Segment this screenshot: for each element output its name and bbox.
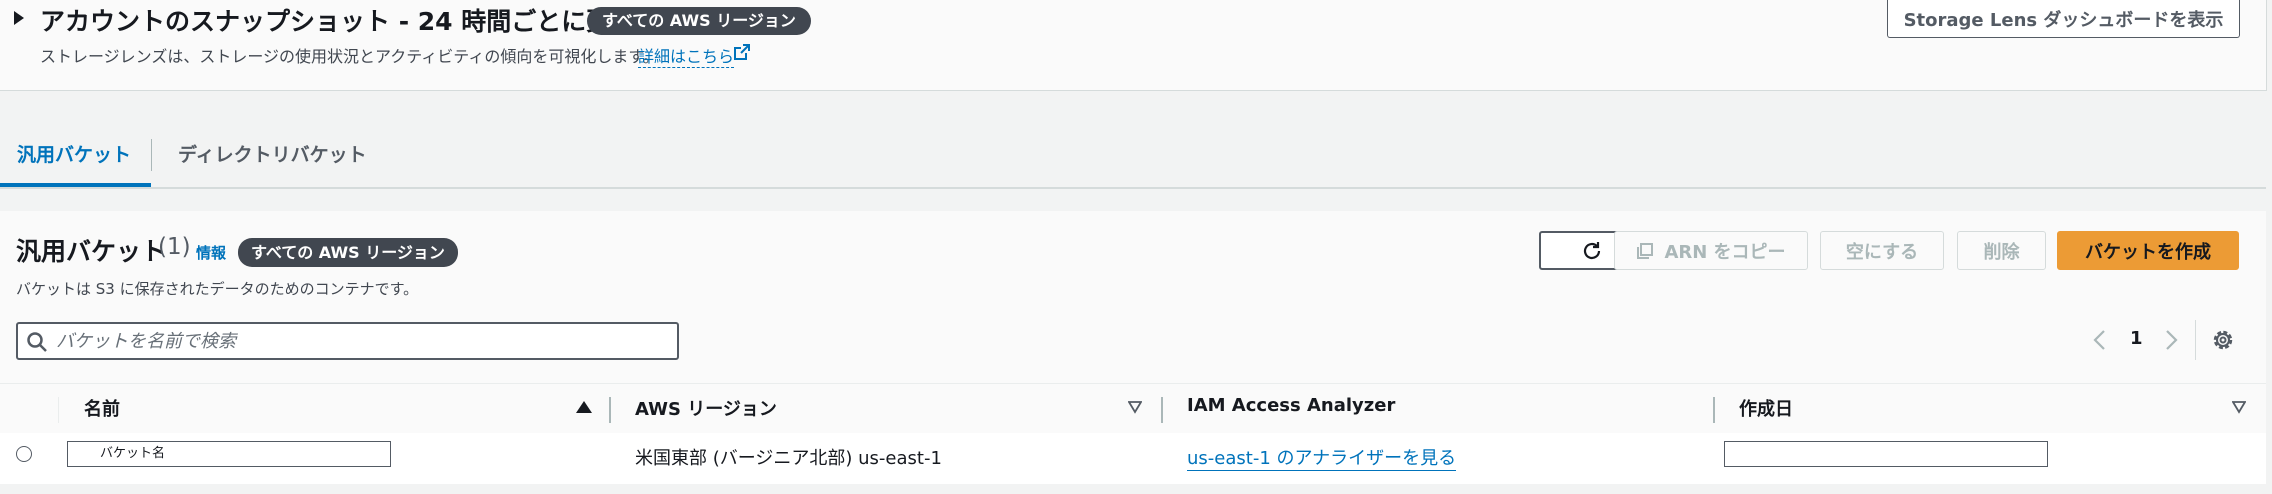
external-link-icon[interactable] bbox=[733, 43, 751, 61]
sort-descending-icon[interactable] bbox=[1128, 400, 1142, 414]
tab-directory-buckets[interactable]: ディレクトリバケット bbox=[178, 140, 367, 167]
info-link[interactable]: 情報 bbox=[196, 242, 226, 263]
column-header-iam-access-analyzer[interactable]: IAM Access Analyzer bbox=[1187, 395, 1395, 416]
column-header-region[interactable]: AWS リージョン bbox=[635, 395, 777, 421]
current-page-number[interactable]: 1 bbox=[2130, 328, 2143, 349]
refresh-icon bbox=[1583, 241, 1600, 259]
sort-ascending-icon[interactable] bbox=[576, 401, 592, 413]
tab-divider bbox=[151, 139, 152, 171]
column-divider bbox=[58, 397, 59, 423]
delete-button[interactable]: 削除 bbox=[1957, 231, 2046, 270]
column-resizer[interactable] bbox=[1161, 397, 1163, 423]
storage-lens-dashboard-button[interactable]: Storage Lens ダッシュボードを表示 bbox=[1887, 0, 2240, 38]
column-header-creation-date[interactable]: 作成日 bbox=[1739, 395, 1793, 421]
search-icon bbox=[27, 332, 47, 352]
buckets-region-badge: すべての AWS リージョン bbox=[238, 238, 458, 267]
buckets-description: バケットは S3 に保存されたデータのためのコンテナです。 bbox=[16, 280, 419, 298]
learn-more-link[interactable]: 詳細はこちら bbox=[638, 43, 735, 68]
row-select-radio[interactable] bbox=[16, 446, 32, 462]
search-input[interactable] bbox=[56, 324, 666, 358]
sort-descending-icon[interactable] bbox=[2232, 400, 2246, 414]
create-bucket-button[interactable]: バケットを作成 bbox=[2057, 231, 2239, 270]
chevron-left-icon[interactable] bbox=[2090, 328, 2110, 352]
creation-date-cell bbox=[1724, 441, 2048, 467]
copy-icon bbox=[1637, 242, 1654, 259]
snapshot-description: ストレージレンズは、ストレージの使用状況とアクティビティの傾向を可視化します。 bbox=[40, 47, 659, 66]
buckets-count: (1) bbox=[158, 234, 191, 260]
copy-arn-label: ARN をコピー bbox=[1664, 241, 1786, 263]
settings-icon[interactable] bbox=[2210, 327, 2236, 353]
copy-arn-button[interactable]: ARN をコピー bbox=[1614, 231, 1808, 270]
snapshot-region-badge: すべての AWS リージョン bbox=[587, 7, 811, 35]
pagination-divider bbox=[2195, 320, 2196, 360]
chevron-right-icon[interactable] bbox=[2161, 328, 2181, 352]
bucket-name-cell[interactable]: バケット名 bbox=[67, 441, 391, 467]
column-header-name[interactable]: 名前 bbox=[84, 395, 120, 421]
column-resizer[interactable] bbox=[609, 397, 611, 423]
bucket-region-cell: 米国東部 (バージニア北部) us-east-1 bbox=[635, 448, 942, 469]
tab-general-purpose-buckets[interactable]: 汎用バケット bbox=[17, 140, 131, 167]
buckets-title: 汎用バケット bbox=[16, 237, 167, 266]
expand-caret-icon[interactable] bbox=[14, 11, 24, 25]
column-resizer[interactable] bbox=[1713, 397, 1715, 423]
iam-analyzer-link[interactable]: us-east-1 のアナライザーを見る bbox=[1187, 444, 1457, 471]
snapshot-title[interactable]: アカウントのスナップショット - 24 時間ごとに更新 bbox=[40, 2, 636, 38]
empty-button[interactable]: 空にする bbox=[1820, 231, 1944, 270]
page-bottom bbox=[0, 484, 2266, 494]
tabs-baseline bbox=[0, 187, 2266, 189]
